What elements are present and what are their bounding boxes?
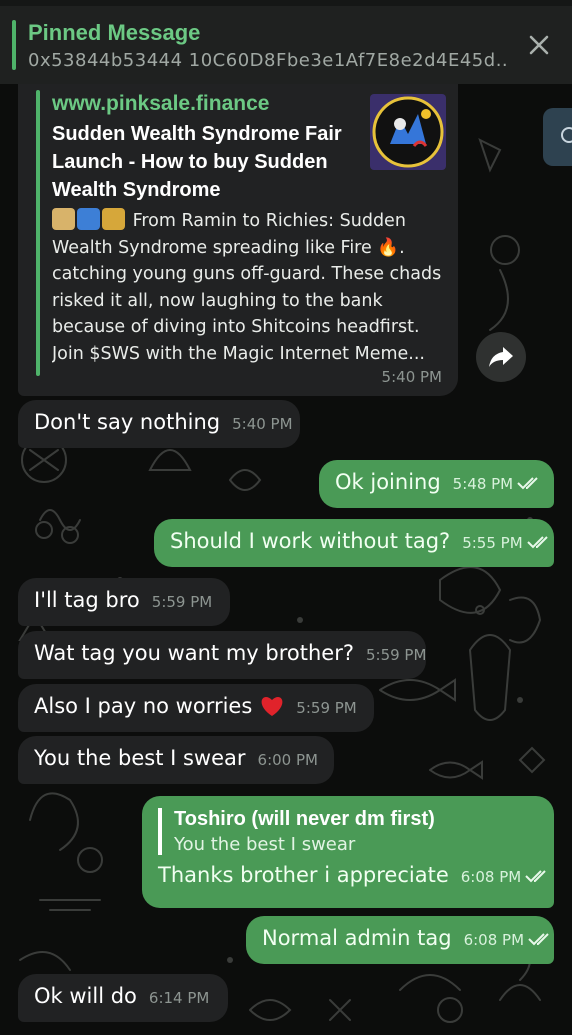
search-icon [561, 127, 572, 143]
message-time: 5:40 PM [381, 368, 442, 386]
preview-headline: Sudden Wealth Syndrome Fair Launch - How… [52, 123, 342, 201]
message-outgoing[interactable]: Ok joining 5:48 PM [319, 460, 554, 508]
right-arrow-emoji [77, 208, 100, 230]
message-text: Also I pay no worries [34, 694, 253, 718]
message-text: Wat tag you want my brother? [34, 641, 354, 665]
message-text: Ok joining [335, 470, 441, 494]
message-time: 6:14 PM [148, 989, 210, 1007]
preview-line-3: catching young guns off-guard. These cha… [52, 264, 442, 284]
thumbnail-image [372, 96, 444, 168]
double-check-icon [526, 536, 548, 549]
message-text: I'll tag bro [34, 588, 140, 612]
noodle-bowl-emoji [52, 208, 75, 230]
preview-description: From Ramin to Richies: Sudden Wealth Syn… [52, 208, 442, 367]
message-incoming[interactable]: You the best I swear 6:00 PM [18, 736, 334, 784]
message-time: 5:59 PM [151, 593, 213, 611]
pinned-subtitle: 0x53844b53444 10C60D8Fbe3e1Af7E8e2d4E45d… [28, 50, 508, 71]
double-check-icon [525, 870, 546, 883]
share-button[interactable] [476, 332, 526, 382]
preview-line-1-text: From Ramin to Richies: Sudden [132, 211, 406, 231]
reply-text: You the best I swear [174, 834, 356, 855]
message-outgoing-reply[interactable]: Toshiro (will never dm first) You the be… [142, 796, 554, 908]
message-incoming[interactable]: Also I pay no worries 5:59 PM [18, 684, 374, 732]
reply-author: Toshiro (will never dm first) [174, 808, 435, 830]
link-preview-message[interactable]: www.pinksale.finance Sudden Wealth Syndr… [18, 84, 458, 396]
message-text: Should I work without tag? [170, 529, 451, 553]
red-heart-emoji [261, 697, 283, 716]
message-time: 5:40 PM [232, 415, 293, 433]
preview-line-2: Wealth Syndrome spreading like Fire 🔥. [52, 237, 405, 258]
search-button[interactable] [543, 108, 572, 166]
message-text: Ok will do [34, 984, 137, 1008]
message-time: 5:59 PM [365, 646, 427, 664]
preview-line-5: because of diving into Shitcoins headfir… [52, 317, 420, 337]
message-text: Don't say nothing [34, 410, 221, 434]
money-bag-emoji [102, 208, 125, 230]
message-incoming[interactable]: Wat tag you want my brother? 5:59 PM [18, 631, 426, 679]
double-check-icon [517, 477, 538, 490]
double-check-icon [528, 933, 549, 946]
close-icon[interactable] [524, 30, 554, 60]
pinned-message-bar[interactable]: Pinned Message 0x53844b53444 10C60D8Fbe3… [0, 0, 572, 84]
message-incoming[interactable]: I'll tag bro 5:59 PM [18, 578, 230, 626]
preview-accent-bar [36, 90, 40, 376]
message-time: 5:55 PM [462, 534, 523, 552]
message-incoming[interactable]: Ok will do 6:14 PM [18, 974, 228, 1022]
preview-site-link[interactable]: www.pinksale.finance [52, 92, 269, 116]
preview-line-6: Join $SWS with the Magic Internet Meme..… [52, 343, 425, 364]
preview-line-1: From Ramin to Richies: Sudden [52, 208, 442, 235]
preview-thumbnail[interactable] [370, 94, 446, 170]
pinned-accent-bar [12, 20, 16, 70]
message-outgoing[interactable]: Should I work without tag? 5:55 PM [154, 519, 554, 567]
reply-quote[interactable]: Toshiro (will never dm first) You the be… [158, 808, 538, 855]
top-divider [0, 0, 572, 6]
message-time: 6:08 PM [463, 931, 525, 949]
message-time: 5:48 PM [452, 475, 514, 493]
message-text: You the best I swear [34, 746, 246, 770]
share-arrow-icon [489, 347, 513, 367]
message-time: 6:08 PM [460, 868, 522, 886]
message-time: 5:59 PM [296, 699, 357, 717]
message-text: Normal admin tag [262, 926, 452, 950]
message-incoming[interactable]: Don't say nothing 5:40 PM [18, 400, 300, 448]
message-outgoing[interactable]: Normal admin tag 6:08 PM [246, 916, 554, 964]
preview-line-4: risked it all, now laughing to the bank [52, 290, 383, 311]
message-text: Thanks brother i appreciate [158, 863, 449, 887]
pinned-title: Pinned Message [28, 20, 201, 45]
message-time: 6:00 PM [257, 751, 318, 769]
